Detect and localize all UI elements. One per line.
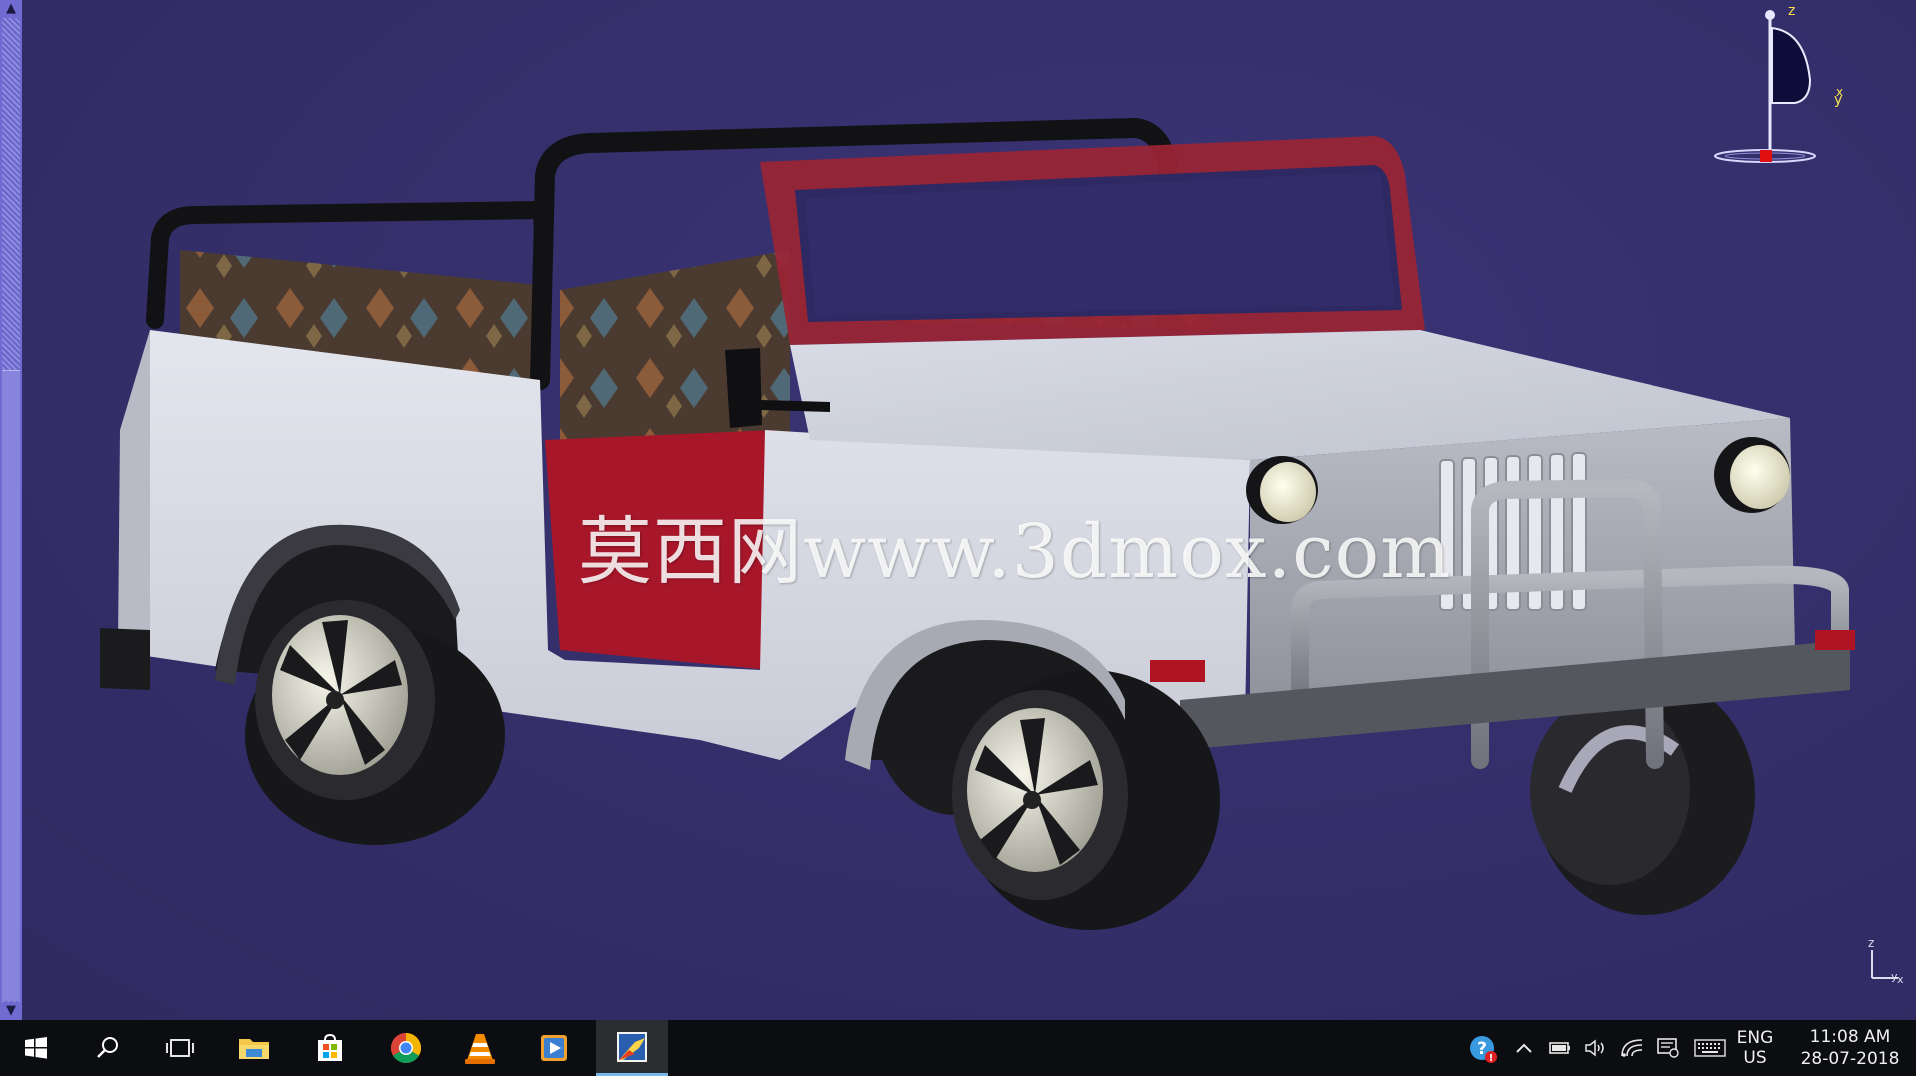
catia-button[interactable] — [596, 1020, 668, 1076]
speaker-icon — [1585, 1039, 1604, 1057]
rear-bumper — [100, 628, 150, 690]
task-view-button[interactable] — [144, 1020, 216, 1076]
folder-icon — [239, 1039, 269, 1059]
mini-axis-y-label: y — [1891, 970, 1898, 983]
input-language-indicator[interactable]: ENG US — [1730, 1028, 1780, 1068]
axis-triad: z x y — [1868, 936, 1904, 986]
network-tray-icon[interactable] — [1620, 1036, 1644, 1060]
help-tray-icon[interactable]: ? ! — [1468, 1034, 1498, 1064]
clock-time: 11:08 AM — [1809, 1027, 1891, 1047]
windows-taskbar: ? ! ENG US 11:08 AM 28-07-2018 — [0, 1020, 1916, 1076]
volume-tray-icon[interactable] — [1584, 1036, 1608, 1060]
clock-date-text: 28-07-2018 — [1800, 1049, 1900, 1069]
lang-primary: ENG — [1736, 1028, 1774, 1048]
compass-z-label: z — [1788, 3, 1795, 19]
chrome-icon — [390, 1033, 422, 1064]
store-button[interactable] — [294, 1020, 366, 1076]
file-explorer-button[interactable] — [218, 1020, 290, 1076]
battery-icon — [1549, 1042, 1570, 1054]
indicator-light-left — [1150, 660, 1205, 682]
task-view-icon — [166, 1039, 194, 1057]
watermark-text: 莫西网www.3dmox.com — [578, 509, 1452, 595]
media-play-icon — [541, 1035, 567, 1061]
side-mirror — [725, 348, 762, 428]
search-button[interactable] — [72, 1020, 144, 1076]
scroll-thumb[interactable] — [2, 370, 20, 1001]
rear-panel — [118, 330, 150, 660]
mini-axis-x-label: x — [1897, 973, 1904, 986]
store-icon — [318, 1033, 342, 1061]
notification-icon — [1657, 1038, 1679, 1058]
windows-logo-icon — [25, 1037, 47, 1059]
svg-text:!: ! — [1489, 1053, 1494, 1064]
vlc-button[interactable] — [444, 1020, 516, 1076]
clock-date[interactable]: 11:08 AM 28-07-2018 — [1792, 1026, 1908, 1070]
mini-axis-z-label: z — [1868, 936, 1874, 950]
touch-keyboard-button[interactable] — [1694, 1036, 1726, 1060]
wifi-icon — [1621, 1039, 1643, 1057]
catia-icon — [617, 1031, 647, 1062]
keyboard-icon — [1694, 1039, 1726, 1057]
orientation-compass[interactable]: z y x — [1700, 0, 1860, 175]
scroll-up-icon[interactable]: ▲ — [3, 1, 19, 17]
scroll-down-icon[interactable]: ▼ — [3, 1003, 19, 1019]
show-hidden-icons-button[interactable] — [1512, 1036, 1536, 1060]
chevron-up-icon — [1516, 1043, 1532, 1053]
search-icon — [97, 1037, 118, 1058]
battery-tray-icon[interactable] — [1548, 1036, 1572, 1060]
indicator-light-right — [1815, 630, 1855, 650]
vlc-cone-icon — [465, 1034, 495, 1064]
lang-secondary: US — [1743, 1048, 1767, 1068]
chrome-button[interactable] — [370, 1020, 442, 1076]
compass-x-label: x — [1836, 85, 1843, 99]
help-icon: ? ! — [1470, 1036, 1497, 1064]
windshield-frame — [760, 136, 1425, 345]
media-player-button[interactable] — [518, 1020, 590, 1076]
vertical-scrollbar[interactable]: ▲ ▼ — [0, 0, 22, 1020]
3d-viewport[interactable]: 莫西网www.3dmox.com z y x z x y ▲ ▼ — [0, 0, 1916, 1020]
start-button[interactable] — [0, 1020, 72, 1076]
action-center-icon[interactable] — [1656, 1036, 1680, 1060]
